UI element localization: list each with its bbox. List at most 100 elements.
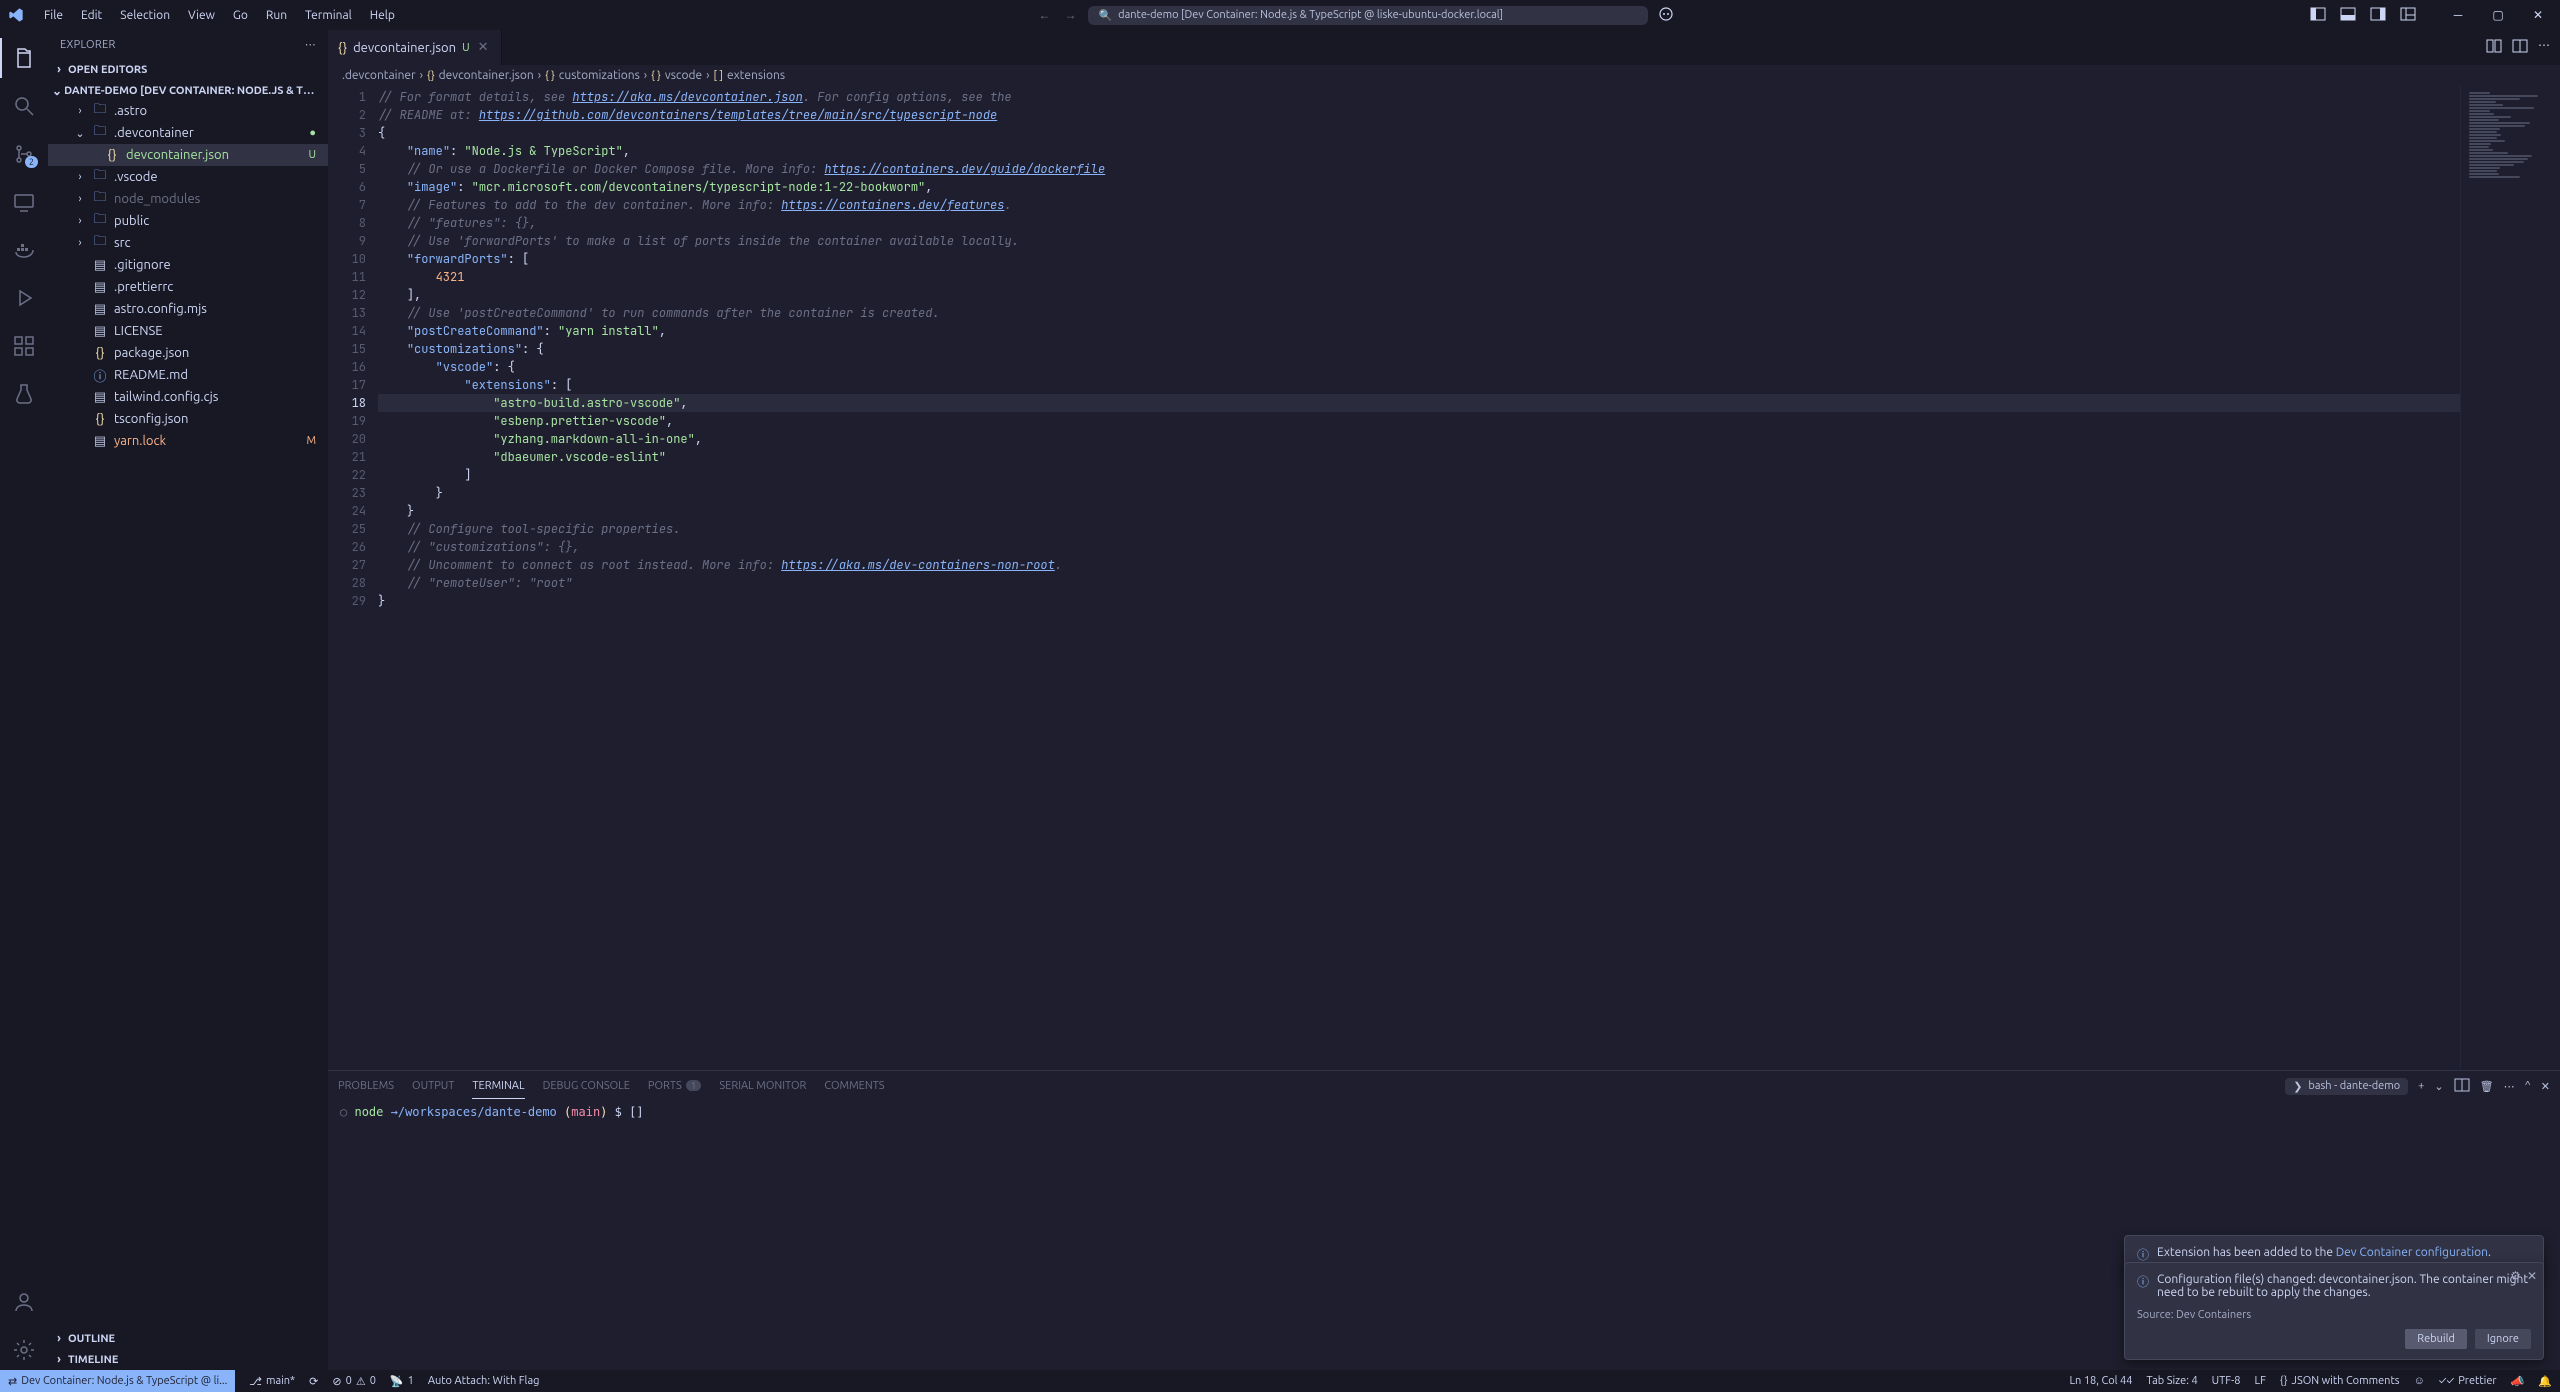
menu-terminal[interactable]: Terminal	[297, 5, 360, 26]
status-eol[interactable]: LF	[2254, 1375, 2265, 1387]
code-line-11[interactable]: 4321	[378, 268, 2460, 286]
code-line-16[interactable]: "vscode": {	[378, 358, 2460, 376]
panel-tab-ports[interactable]: PORTS1	[648, 1074, 702, 1098]
nav-back-icon[interactable]: ←	[1034, 6, 1054, 24]
menu-view[interactable]: View	[180, 5, 223, 26]
toggle-secondary-sidebar-icon[interactable]	[2368, 4, 2388, 27]
terminal-dropdown-icon[interactable]: ⌄	[2434, 1080, 2443, 1093]
file--prettierrc[interactable]: ▤.prettierrc	[48, 276, 328, 298]
code-line-22[interactable]: ]	[378, 466, 2460, 484]
split-terminal-icon[interactable]	[2454, 1077, 2470, 1096]
code-line-7[interactable]: // Features to add to the dev container.…	[378, 196, 2460, 214]
code-line-14[interactable]: "postCreateCommand": "yarn install",	[378, 322, 2460, 340]
panel-tab-problems[interactable]: PROBLEMS	[338, 1074, 394, 1098]
code-line-12[interactable]: ],	[378, 286, 2460, 304]
activity-scm-icon[interactable]: 2	[0, 134, 48, 174]
toast-gear-icon[interactable]: ⚙	[2510, 1269, 2521, 1283]
panel-tab-debug-console[interactable]: DEBUG CONSOLE	[543, 1074, 630, 1098]
code-line-20[interactable]: "yzhang.markdown-all-in-one",	[378, 430, 2460, 448]
activity-search-icon[interactable]	[0, 86, 48, 126]
toast-link[interactable]: Dev Container configuration	[2336, 1246, 2488, 1259]
code-line-25[interactable]: // Configure tool-specific properties.	[378, 520, 2460, 538]
code-line-24[interactable]: }	[378, 502, 2460, 520]
ignore-button[interactable]: Ignore	[2475, 1329, 2531, 1349]
breadcrumb-item[interactable]: .devcontainer	[342, 69, 416, 82]
code-line-6[interactable]: "image": "mcr.microsoft.com/devcontainer…	[378, 178, 2460, 196]
folder--vscode[interactable]: ›🗀.vscode	[48, 166, 328, 188]
status-problems[interactable]: ⊘0 ⚠0	[332, 1375, 376, 1388]
code-line-5[interactable]: // Or use a Dockerfile or Docker Compose…	[378, 160, 2460, 178]
status-remote[interactable]: ⇄ Dev Container: Node.js & TypeScript @ …	[0, 1370, 235, 1392]
menu-file[interactable]: File	[36, 5, 71, 26]
menu-help[interactable]: Help	[362, 5, 403, 26]
command-center[interactable]: 🔍 dante-demo [Dev Container: Node.js & T…	[1088, 6, 1648, 25]
toggle-primary-sidebar-icon[interactable]	[2308, 4, 2328, 27]
status-copilot[interactable]: ☺	[2414, 1375, 2425, 1387]
nav-forward-icon[interactable]: →	[1060, 6, 1080, 24]
split-editor-icon[interactable]	[2512, 38, 2528, 57]
editor-tab-devcontainer[interactable]: {} devcontainer.json U ✕	[328, 30, 502, 65]
file-readme-md[interactable]: ⓘREADME.md	[48, 364, 328, 386]
workspace-header[interactable]: ⌄DANTE-DEMO [DEV CONTAINER: NODE.JS & TY…	[48, 82, 328, 100]
code-line-4[interactable]: "name": "Node.js & TypeScript",	[378, 142, 2460, 160]
file-tsconfig-json[interactable]: {}tsconfig.json	[48, 408, 328, 430]
tab-close-icon[interactable]: ✕	[476, 40, 491, 55]
code-line-23[interactable]: }	[378, 484, 2460, 502]
panel-tab-output[interactable]: OUTPUT	[412, 1074, 454, 1098]
activity-settings-icon[interactable]	[0, 1330, 48, 1370]
status-branch[interactable]: ⎇main*	[249, 1375, 295, 1388]
breadcrumbs[interactable]: .devcontainer›{}devcontainer.json›{ }cus…	[328, 65, 2560, 86]
menu-run[interactable]: Run	[258, 5, 295, 26]
toggle-panel-icon[interactable]	[2338, 4, 2358, 27]
activity-accounts-icon[interactable]	[0, 1282, 48, 1322]
status-ports[interactable]: 📡1	[390, 1375, 414, 1388]
compare-icon[interactable]	[2486, 38, 2502, 57]
panel-tab-serial-monitor[interactable]: SERIAL MONITOR	[719, 1074, 806, 1098]
code-line-3[interactable]: {	[378, 124, 2460, 142]
activity-docker-icon[interactable]	[0, 230, 48, 270]
rebuild-button[interactable]: Rebuild	[2405, 1329, 2467, 1349]
status-auto-attach[interactable]: Auto Attach: With Flag	[428, 1375, 540, 1387]
status-tab-size[interactable]: Tab Size: 4	[2146, 1375, 2197, 1387]
breadcrumb-item[interactable]: { }vscode	[651, 69, 702, 82]
maximize-panel-icon[interactable]: ^	[2525, 1080, 2531, 1092]
maximize-button[interactable]: ▢	[2484, 5, 2512, 25]
status-lang[interactable]: {}JSON with Comments	[2280, 1375, 2400, 1387]
terminal-selector[interactable]: ❯ bash - dante-demo	[2285, 1078, 2408, 1095]
folder--devcontainer[interactable]: ⌄🗀.devcontainer●	[48, 122, 328, 144]
code-line-18[interactable]: "astro-build.astro-vscode",	[378, 394, 2460, 412]
sidebar-more-icon[interactable]: ⋯	[305, 38, 316, 51]
file-yarn-lock[interactable]: ▤yarn.lockM	[48, 430, 328, 452]
menu-selection[interactable]: Selection	[112, 5, 178, 26]
new-terminal-icon[interactable]: +	[2418, 1080, 2424, 1092]
file-package-json[interactable]: {}package.json	[48, 342, 328, 364]
close-panel-icon[interactable]: ✕	[2541, 1080, 2550, 1093]
code-line-10[interactable]: "forwardPorts": [	[378, 250, 2460, 268]
code-line-9[interactable]: // Use 'forwardPorts' to make a list of …	[378, 232, 2460, 250]
code-line-1[interactable]: // For format details, see https://aka.m…	[378, 88, 2460, 106]
customize-layout-icon[interactable]	[2398, 4, 2418, 27]
activity-remote-icon[interactable]	[0, 182, 48, 222]
panel-tab-comments[interactable]: COMMENTS	[824, 1074, 884, 1098]
status-bell[interactable]: 🔔	[2538, 1375, 2552, 1388]
file-license[interactable]: ▤LICENSE	[48, 320, 328, 342]
status-prettier[interactable]: ✓✓Prettier	[2439, 1375, 2497, 1387]
timeline-section[interactable]: ›TIMELINE	[48, 1349, 328, 1370]
activity-debug-icon[interactable]	[0, 278, 48, 318]
status-ln-col[interactable]: Ln 18, Col 44	[2069, 1375, 2132, 1387]
copilot-icon[interactable]	[1656, 4, 1676, 27]
status-sync[interactable]: ⟳	[309, 1375, 318, 1388]
panel-tab-terminal[interactable]: TERMINAL	[472, 1074, 524, 1099]
file-tailwind-config-cjs[interactable]: ▤tailwind.config.cjs	[48, 386, 328, 408]
close-button[interactable]: ✕	[2524, 5, 2552, 25]
code-area[interactable]: // For format details, see https://aka.m…	[378, 86, 2460, 1070]
activity-testing-icon[interactable]	[0, 374, 48, 414]
code-line-8[interactable]: // "features": {},	[378, 214, 2460, 232]
breadcrumb-item[interactable]: {}devcontainer.json	[427, 69, 534, 82]
file-astro-config-mjs[interactable]: ▤astro.config.mjs	[48, 298, 328, 320]
file--gitignore[interactable]: ▤.gitignore	[48, 254, 328, 276]
menu-edit[interactable]: Edit	[73, 5, 110, 26]
code-line-26[interactable]: // "customizations": {},	[378, 538, 2460, 556]
code-line-2[interactable]: // README at: https://github.com/devcont…	[378, 106, 2460, 124]
status-feedback[interactable]: 📣	[2511, 1375, 2525, 1388]
